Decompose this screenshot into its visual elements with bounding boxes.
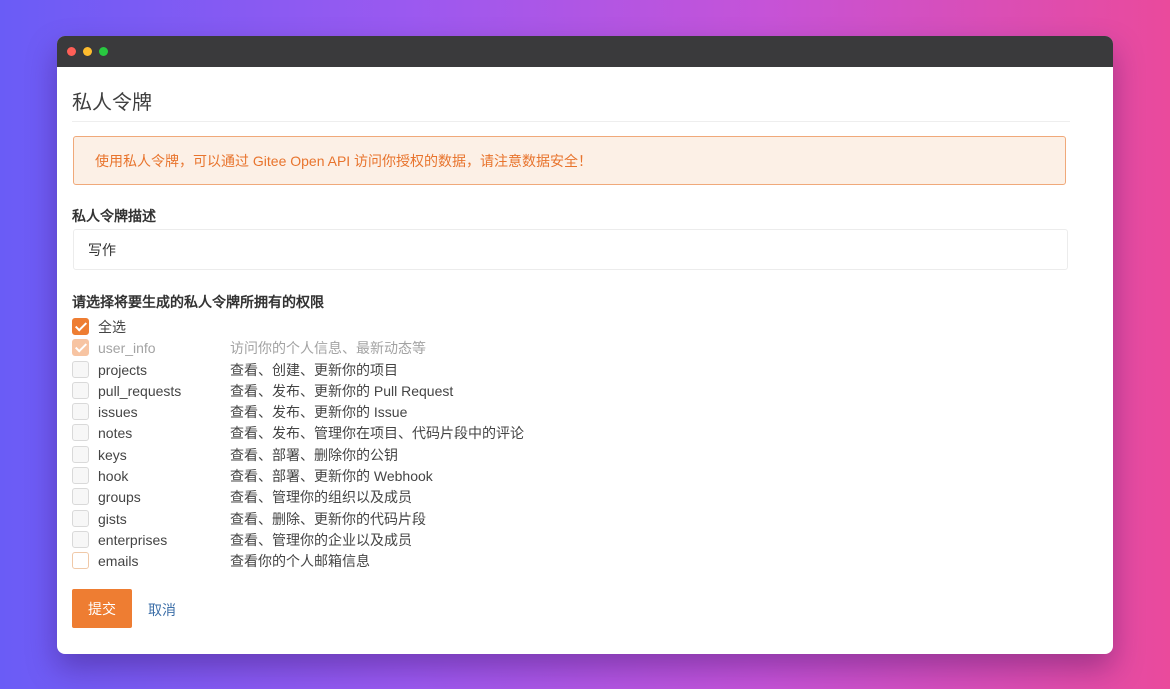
scope-section-label: 请选择将要生成的私人令牌所拥有的权限 [72,294,324,310]
scope-checkbox[interactable] [72,509,89,527]
maximize-window-button[interactable] [99,47,108,56]
scope-name: keys [98,446,127,463]
scope-checkbox[interactable] [72,360,89,378]
page-title: 私人令牌 [72,67,1070,122]
scope-description: 查看、创建、更新你的项目 [230,361,398,378]
scope-description: 查看、管理你的企业以及成员 [230,531,412,548]
minimize-window-button[interactable] [83,47,92,56]
scope-name: enterprises [98,531,168,548]
scope-row-keys[interactable]: keys 查看、部署、删除你的公钥 [72,445,772,466]
scope-row-hook[interactable]: hook 查看、部署、更新你的 Webhook [72,466,772,487]
scope-row-emails[interactable]: emails 查看你的个人邮箱信息 [72,551,772,572]
scope-row-gists[interactable]: gists 查看、删除、更新你的代码片段 [72,509,772,530]
scope-description: 查看、发布、管理你在项目、代码片段中的评论 [230,425,524,442]
scope-name: groups [98,489,141,506]
scope-row-user-info[interactable]: user_info 访问你的个人信息、最新动态等 [72,338,772,359]
scope-name: hook [98,468,129,485]
scope-row-projects[interactable]: projects 查看、创建、更新你的项目 [72,360,772,381]
scope-checkbox[interactable] [72,339,89,357]
scope-row-pull-requests[interactable]: pull_requests 查看、发布、更新你的 Pull Request [72,381,772,402]
scope-description: 访问你的个人信息、最新动态等 [230,340,426,357]
scope-name: emails [98,553,139,570]
app-window: 私人令牌 使用私人令牌，可以通过 Gitee Open API 访问你授权的数据… [57,36,1113,654]
scope-checkbox[interactable] [72,381,89,399]
scope-checkbox[interactable] [72,424,89,442]
scope-checkbox[interactable] [72,467,89,485]
cancel-link[interactable]: 取消 [148,600,176,620]
scope-name: user_info [98,340,156,357]
scope-row-enterprises[interactable]: enterprises 查看、管理你的企业以及成员 [72,530,772,551]
scope-description: 查看、部署、更新你的 Webhook [230,468,433,485]
token-description-label: 私人令牌描述 [72,208,156,224]
token-form: 私人令牌 使用私人令牌，可以通过 Gitee Open API 访问你授权的数据… [72,67,1072,628]
scope-description: 查看、发布、更新你的 Issue [230,404,408,421]
scope-description: 查看、部署、删除你的公钥 [230,446,398,463]
scope-name: issues [98,404,138,421]
scope-description: 查看你的个人邮箱信息 [230,553,370,570]
scope-checkbox[interactable] [72,403,89,421]
scope-description: 查看、管理你的组织以及成员 [230,489,412,506]
scope-list: 全选 user_info 访问你的个人信息、最新动态等 projects 查看、创建、… [72,317,772,573]
scope-checkbox[interactable] [72,445,89,463]
close-window-button[interactable] [67,47,76,56]
scope-checkbox[interactable] [72,488,89,506]
scope-row-issues[interactable]: issues 查看、发布、更新你的 Issue [72,402,772,423]
scope-row-groups[interactable]: groups 查看、管理你的组织以及成员 [72,487,772,508]
scope-description: 查看、删除、更新你的代码片段 [230,510,426,527]
scope-checkbox[interactable] [72,552,89,570]
scope-name: pull_requests [98,382,182,399]
submit-button[interactable]: 提交 [72,589,132,628]
scope-name: gists [98,510,127,527]
security-notice: 使用私人令牌，可以通过 Gitee Open API 访问你授权的数据，请注意数… [73,136,1066,185]
scope-checkbox[interactable] [72,530,89,548]
token-description-input[interactable] [73,229,1068,270]
scope-row-notes[interactable]: notes 查看、发布、管理你在项目、代码片段中的评论 [72,423,772,444]
scope-description: 查看、发布、更新你的 Pull Request [230,382,454,399]
select-all-checkbox[interactable] [72,318,89,335]
select-all-label: 全选 [98,319,126,335]
window-titlebar [57,36,1113,67]
scope-name: notes [98,425,133,442]
select-all-row[interactable]: 全选 [72,317,772,338]
scope-name: projects [98,361,148,378]
